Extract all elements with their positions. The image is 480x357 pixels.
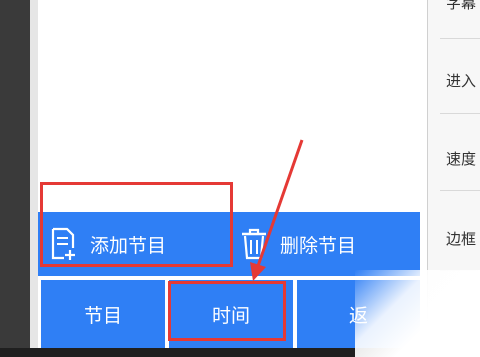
trash-icon: [242, 228, 266, 260]
window-left-edge: [0, 0, 30, 357]
menu-item-enter[interactable]: 进入: [446, 70, 476, 91]
menu-divider: [440, 38, 480, 39]
highlight-box-time-tab: [168, 281, 286, 341]
menu-item-border[interactable]: 边框: [446, 228, 476, 249]
menu-divider: [440, 113, 480, 114]
menu-item-speed[interactable]: 速度: [446, 148, 476, 169]
highlight-box-add-program: [40, 182, 233, 267]
program-canvas[interactable]: [38, 0, 422, 212]
delete-program-button[interactable]: 删除节目: [240, 212, 356, 276]
screen-glare: [355, 270, 480, 357]
delete-program-label: 删除节目: [280, 234, 357, 257]
menu-item-subtitle[interactable]: 字幕: [446, 0, 476, 13]
tab-program[interactable]: 节目: [41, 280, 165, 348]
menu-divider: [440, 190, 480, 191]
canvas-border: [30, 0, 38, 357]
